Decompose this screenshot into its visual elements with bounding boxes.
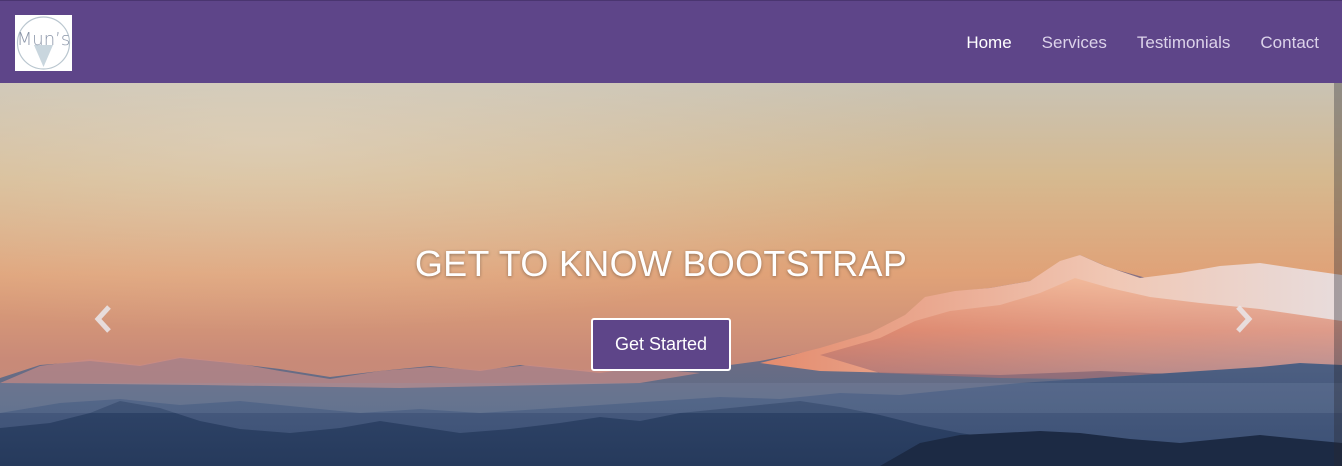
nav-contact[interactable]: Contact [1245,1,1342,84]
main-nav: Home Services Testimonials Contact [951,1,1342,84]
page-edge-strip [1334,83,1342,466]
carousel-next-control[interactable] [1230,301,1260,337]
chevron-left-icon [94,305,111,333]
hero-caption: GET TO KNOW BOOTSTRAP [0,243,1322,285]
carousel-prev-control[interactable] [89,301,119,337]
hero-carousel: GET TO KNOW BOOTSTRAP Get Started [0,83,1342,466]
nav-services[interactable]: Services [1027,1,1122,84]
nav-home[interactable]: Home [951,1,1026,84]
brand-logo[interactable]: Mun’s [15,15,72,71]
hero-heading: GET TO KNOW BOOTSTRAP [414,243,908,284]
get-started-button[interactable]: Get Started [591,318,731,371]
brand-logo-text: Mun’s [16,29,71,50]
navbar: Mun’s Home Services Testimonials Contact [0,0,1342,83]
chevron-right-icon [1236,305,1253,333]
nav-testimonials[interactable]: Testimonials [1122,1,1246,84]
